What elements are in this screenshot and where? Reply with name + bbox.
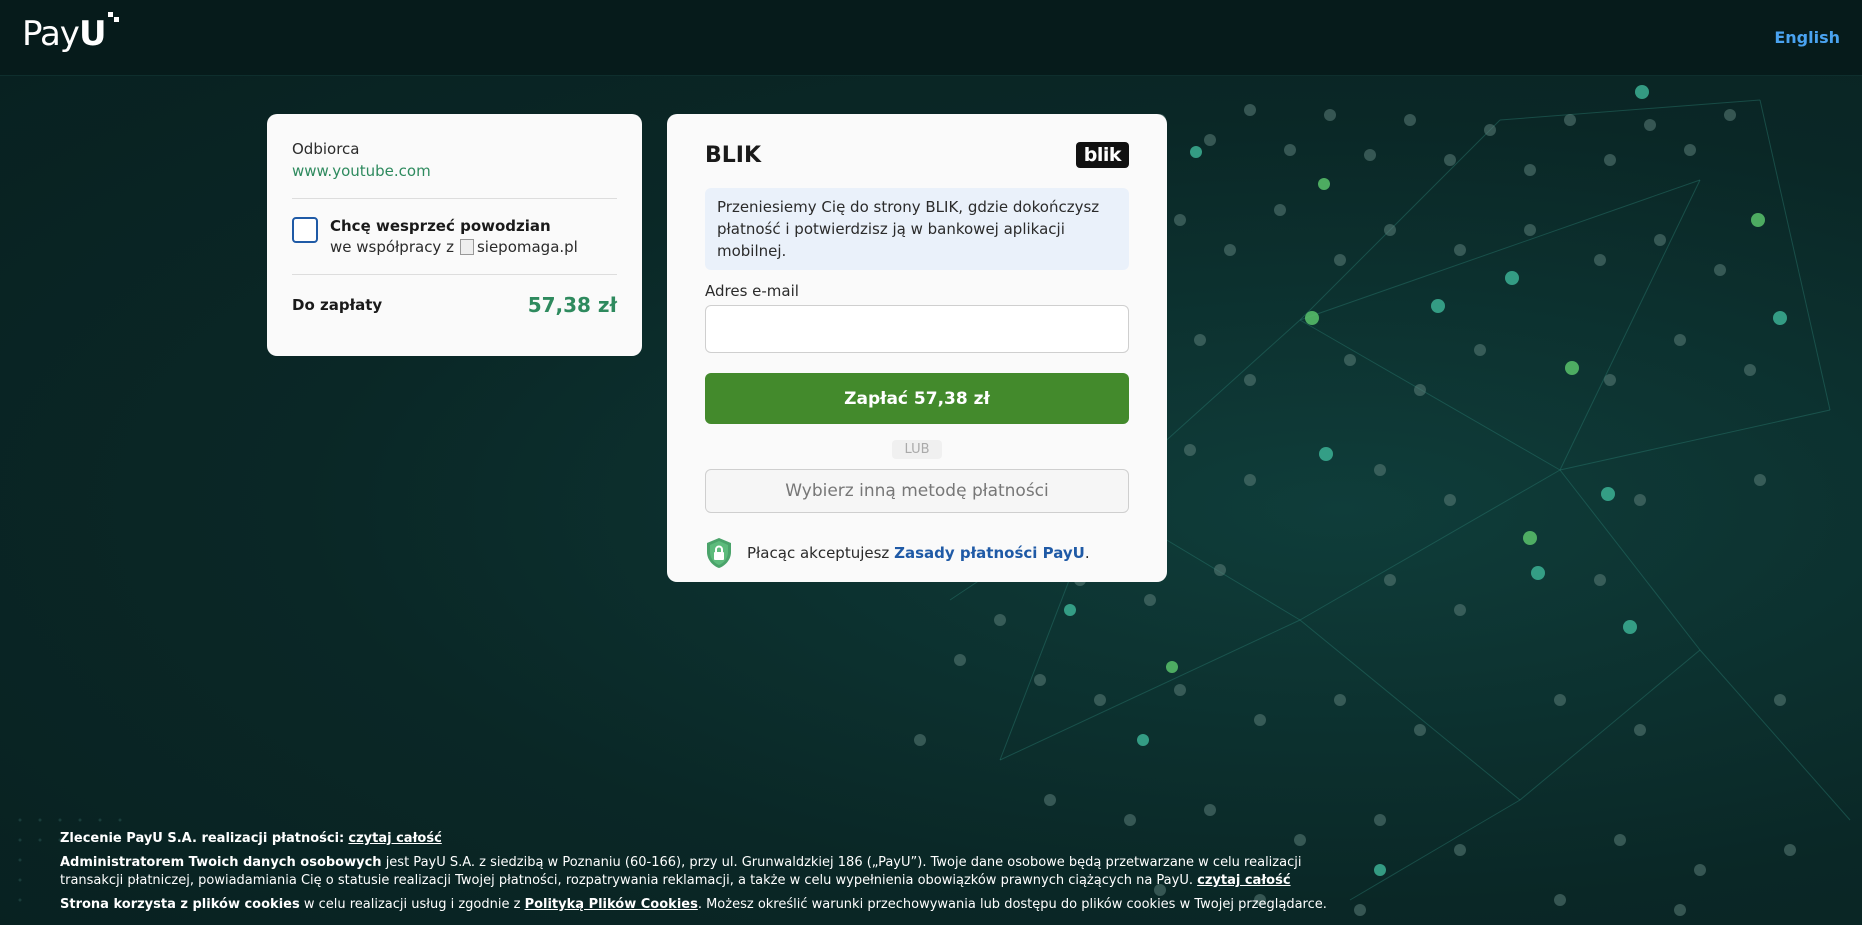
terms-row: Płacąc akceptujesz Zasady płatności PayU… <box>705 537 1129 569</box>
payment-terms-link[interactable]: Zasady płatności PayU <box>894 544 1085 562</box>
donation-partner-prefix: we współpracy z <box>330 238 454 256</box>
blik-logo: blik <box>1075 142 1129 168</box>
language-link[interactable]: English <box>1774 28 1840 47</box>
recipient-value: www.youtube.com <box>292 162 431 180</box>
footer-gdpr-title: Administratorem Twoich danych osobowych <box>60 855 382 870</box>
footer-cookies-text-end: . Możesz określić warunki przechowywania… <box>697 897 1327 912</box>
payu-logo-text: PayU <box>22 14 107 54</box>
email-input[interactable] <box>705 305 1129 353</box>
or-label: LUB <box>892 440 942 459</box>
footer-line-order: Zlecenie PayU S.A. realizacji płatności:… <box>60 830 1360 848</box>
pay-button[interactable]: Zapłać 57,38 zł <box>705 373 1129 424</box>
cookies-policy-link[interactable]: Polityką Plików Cookies <box>525 897 698 912</box>
footer-cookies-text: w celu realizacji usług i zgodnie z <box>299 897 525 912</box>
total-amount: 57,38 zł <box>527 293 617 317</box>
donation-checkbox[interactable] <box>292 217 318 243</box>
top-bar: PayU English <box>0 0 1862 76</box>
logo-dots-icon <box>107 12 119 22</box>
legal-footer: Zlecenie PayU S.A. realizacji płatności:… <box>60 830 1360 920</box>
terms-suffix: . <box>1084 544 1090 562</box>
or-separator: LUB <box>705 438 1129 459</box>
blik-info-box: Przeniesiemy Cię do strony BLIK, gdzie d… <box>705 188 1129 270</box>
total-row: Do zapłaty 57,38 zł <box>292 293 617 317</box>
read-more-gdpr-link[interactable]: czytaj całość <box>1197 873 1290 888</box>
blik-title: BLIK <box>705 142 762 168</box>
email-label: Adres e-mail <box>705 282 799 300</box>
divider <box>292 274 617 275</box>
blik-payment-card: BLIK blik Przeniesiemy Cię do strony BLI… <box>667 114 1167 582</box>
siepomaga-alt-text: siepomaga.pl <box>476 238 578 256</box>
terms-prefix: Płacąc akceptujesz <box>747 544 890 562</box>
donation-title: Chcę wesprzeć powodzian <box>330 217 551 235</box>
siepomaga-logo: siepomaga.pl <box>459 238 578 256</box>
blik-header: BLIK blik <box>705 142 1129 168</box>
shield-lock-icon <box>707 538 731 568</box>
footer-line-cookies: Strona korzysta z plików cookies w celu … <box>60 896 1360 914</box>
read-more-order-link[interactable]: czytaj całość <box>348 831 441 846</box>
broken-image-icon <box>459 239 474 255</box>
footer-cookies-title: Strona korzysta z plików cookies <box>60 897 300 912</box>
choose-other-method-button[interactable]: Wybierz inną metodę płatności <box>705 469 1129 513</box>
recipient-label: Odbiorca <box>292 140 360 158</box>
donation-option: Chcę wesprzeć powodzian we współpracy z … <box>292 217 617 256</box>
payu-logo: PayU <box>22 12 119 54</box>
footer-line-gdpr: Administratorem Twoich danych osobowych … <box>60 854 1360 890</box>
donation-partner: we współpracy z siepomaga.pl <box>330 238 578 256</box>
footer-order-title: Zlecenie PayU S.A. realizacji płatności: <box>60 831 345 846</box>
order-summary-card: Odbiorca www.youtube.com Chcę wesprzeć p… <box>267 114 642 356</box>
total-label: Do zapłaty <box>292 296 383 314</box>
terms-text: Płacąc akceptujesz Zasady płatności PayU… <box>747 544 1090 562</box>
divider <box>292 198 617 199</box>
